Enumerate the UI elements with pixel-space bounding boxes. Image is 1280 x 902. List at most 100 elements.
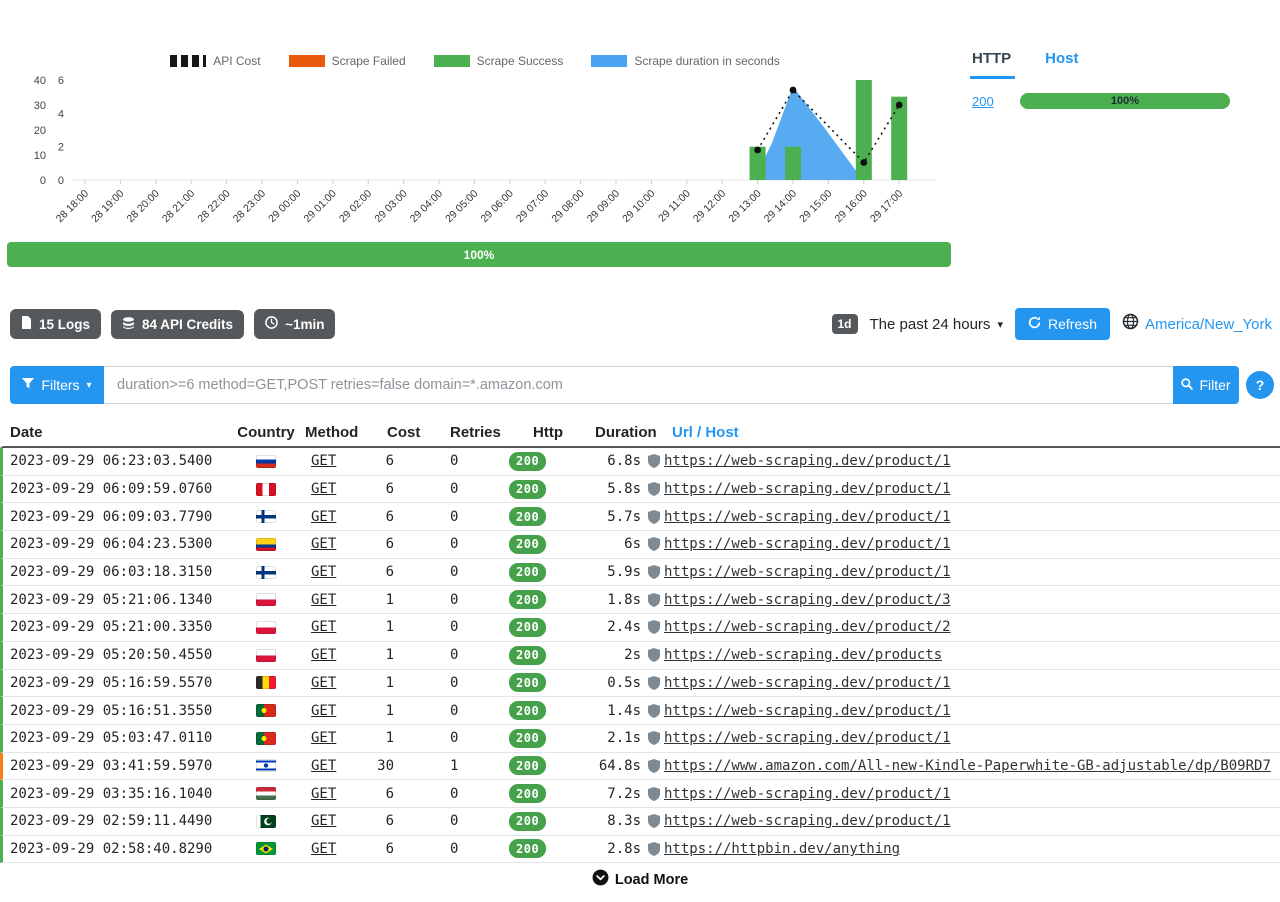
log-date: 2023-09-29 05:21:00.3350 — [3, 619, 235, 635]
url-link[interactable]: https://web-scraping.dev/product/1 — [664, 730, 951, 746]
column-header-url-host[interactable]: Url / Host — [648, 424, 1280, 441]
method-link[interactable]: GET — [311, 481, 336, 497]
cost-value: 30 — [361, 758, 417, 774]
cost-value: 6 — [361, 536, 417, 552]
legend-label: Scrape Failed — [332, 54, 406, 68]
url-link[interactable]: https://www.amazon.com/All-new-Kindle-Pa… — [664, 758, 1271, 774]
legend-item[interactable]: API Cost — [170, 54, 260, 68]
http-code-percent-bar: 100% — [1020, 93, 1230, 109]
method-link[interactable]: GET — [311, 730, 336, 746]
refresh-label: Refresh — [1048, 316, 1097, 332]
http-status-badge: 200 — [509, 756, 546, 775]
duration-value: 2.8s — [569, 841, 648, 857]
cost-value: 1 — [361, 675, 417, 691]
legend-item[interactable]: Scrape Success — [434, 54, 564, 68]
svg-text:29 09:00: 29 09:00 — [585, 188, 622, 225]
url-link[interactable]: https://web-scraping.dev/product/1 — [664, 813, 951, 829]
svg-text:29 04:00: 29 04:00 — [408, 188, 445, 225]
url-link[interactable]: https://web-scraping.dev/product/1 — [664, 509, 951, 525]
svg-text:29 14:00: 29 14:00 — [762, 188, 799, 225]
filter-query-input[interactable] — [104, 366, 1173, 404]
url-link[interactable]: https://web-scraping.dev/products — [664, 647, 942, 663]
method-link[interactable]: GET — [311, 647, 336, 663]
svg-text:29 13:00: 29 13:00 — [726, 188, 763, 225]
svg-text:29 03:00: 29 03:00 — [372, 188, 409, 225]
method-link[interactable]: GET — [311, 703, 336, 719]
svg-text:0: 0 — [58, 175, 64, 187]
url-link[interactable]: https://web-scraping.dev/product/1 — [664, 564, 951, 580]
svg-text:40: 40 — [34, 75, 46, 87]
filter-submit-button[interactable]: Filter — [1173, 366, 1239, 404]
clock-icon — [265, 316, 278, 332]
method-link[interactable]: GET — [311, 786, 336, 802]
method-link[interactable]: GET — [311, 813, 336, 829]
http-code-link[interactable]: 200 — [972, 94, 1020, 109]
country-flag — [256, 483, 276, 496]
legend-swatch — [289, 55, 325, 67]
method-link[interactable]: GET — [311, 592, 336, 608]
http-status-badge: 200 — [509, 618, 546, 637]
tab-http[interactable]: HTTP — [970, 50, 1015, 79]
logs-table: Date Country Method Cost Retries Http Du… — [0, 418, 1280, 863]
svg-text:29 17:00: 29 17:00 — [868, 188, 905, 225]
url-link[interactable]: https://web-scraping.dev/product/1 — [664, 453, 951, 469]
file-icon — [21, 316, 32, 332]
duration-value: 5.7s — [569, 509, 648, 525]
svg-text:20: 20 — [34, 125, 46, 137]
cost-value: 6 — [361, 509, 417, 525]
svg-text:29 07:00: 29 07:00 — [514, 188, 551, 225]
retries-value: 0 — [417, 592, 509, 608]
method-link[interactable]: GET — [311, 841, 336, 857]
method-link[interactable]: GET — [311, 453, 336, 469]
retries-value: 0 — [417, 536, 509, 552]
log-date: 2023-09-29 06:04:23.5300 — [3, 536, 235, 552]
help-button[interactable]: ? — [1246, 371, 1274, 399]
timezone-link[interactable]: America/New_York — [1145, 316, 1272, 333]
method-link[interactable]: GET — [311, 509, 336, 525]
legend-swatch — [170, 55, 206, 67]
duration-value: 6s — [569, 536, 648, 552]
url-link[interactable]: https://web-scraping.dev/product/3 — [664, 592, 951, 608]
http-status-badge: 200 — [509, 839, 546, 858]
method-link[interactable]: GET — [311, 564, 336, 580]
url-link[interactable]: https://web-scraping.dev/product/1 — [664, 786, 951, 802]
column-header-duration: Duration — [569, 424, 648, 441]
elapsed-time-badge: ~1min — [254, 309, 335, 339]
column-header-method: Method — [297, 424, 361, 441]
url-link[interactable]: https://web-scraping.dev/product/1 — [664, 675, 951, 691]
country-flag — [256, 759, 276, 772]
load-more-label: Load More — [615, 872, 688, 888]
refresh-button[interactable]: Refresh — [1015, 308, 1110, 340]
table-header: Date Country Method Cost Retries Http Du… — [0, 418, 1280, 448]
cost-value: 1 — [361, 730, 417, 746]
svg-text:29 01:00: 29 01:00 — [302, 188, 339, 225]
svg-text:28 20:00: 28 20:00 — [125, 188, 162, 225]
method-link[interactable]: GET — [311, 619, 336, 635]
url-link[interactable]: https://web-scraping.dev/product/1 — [664, 481, 951, 497]
shield-icon — [648, 454, 660, 468]
method-link[interactable]: GET — [311, 675, 336, 691]
url-link[interactable]: https://web-scraping.dev/product/1 — [664, 536, 951, 552]
table-row: 2023-09-29 06:23:03.5400 GET 6 0 200 6.8… — [0, 448, 1280, 476]
tab-host[interactable]: Host — [1043, 50, 1080, 79]
url-link[interactable]: https://httpbin.dev/anything — [664, 841, 900, 857]
load-more-button[interactable]: Load More — [0, 869, 1280, 890]
chart-legend: API Cost Scrape Failed Scrape Success Scrap… — [0, 54, 950, 68]
method-link[interactable]: GET — [311, 758, 336, 774]
url-link[interactable]: https://web-scraping.dev/product/2 — [664, 619, 951, 635]
legend-item[interactable]: Scrape Failed — [289, 54, 406, 68]
legend-label: Scrape Success — [477, 54, 564, 68]
url-link[interactable]: https://web-scraping.dev/product/1 — [664, 703, 951, 719]
shield-icon — [648, 482, 660, 496]
method-link[interactable]: GET — [311, 536, 336, 552]
filter-row: Filters ▾ Filter ? — [10, 366, 1274, 404]
time-range-dropdown[interactable]: The past 24 hours ▾ — [870, 316, 1003, 333]
legend-item[interactable]: Scrape duration in seconds — [591, 54, 779, 68]
log-date: 2023-09-29 02:59:11.4490 — [3, 813, 235, 829]
range-badge: 1d — [832, 314, 858, 334]
country-flag — [256, 842, 276, 855]
table-row: 2023-09-29 05:21:06.1340 GET 1 0 200 1.8… — [0, 586, 1280, 614]
filters-dropdown-button[interactable]: Filters ▾ — [10, 366, 104, 404]
http-status-badge: 200 — [509, 673, 546, 692]
country-flag — [256, 593, 276, 606]
